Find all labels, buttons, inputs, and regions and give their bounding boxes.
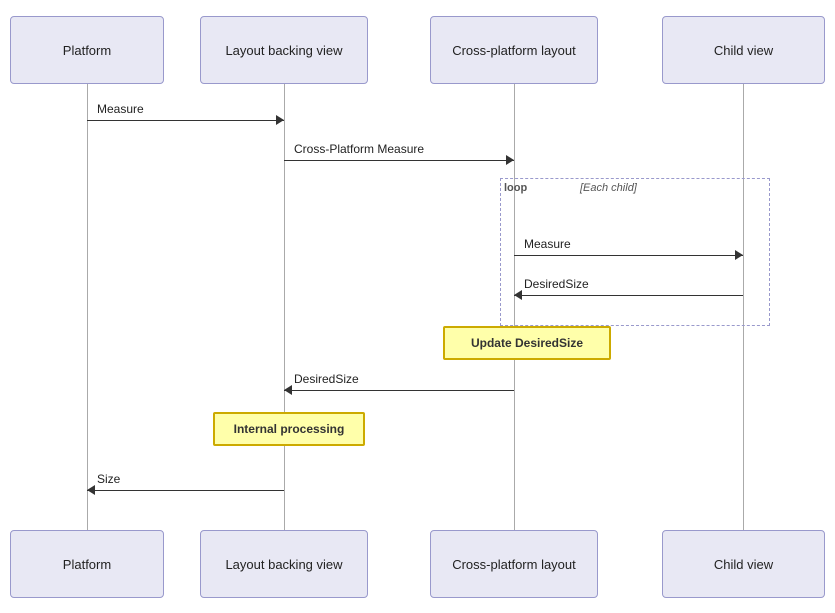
arrow-label-1: Cross-Platform Measure bbox=[294, 142, 424, 156]
arrow-label-4: DesiredSize bbox=[294, 372, 359, 386]
loop-tag: loop bbox=[504, 182, 527, 194]
arrow-line-0 bbox=[87, 120, 284, 121]
actor-layout-backing: Layout backing view bbox=[200, 16, 368, 84]
actor-bottom-layout-backing-b: Layout backing view bbox=[200, 530, 368, 598]
actor-child-view: Child view bbox=[662, 16, 825, 84]
loop-label: [Each child] bbox=[580, 182, 637, 194]
lifeline-1 bbox=[284, 84, 285, 530]
actor-bottom-cross-platform-b: Cross-platform layout bbox=[430, 530, 598, 598]
arrowhead-right-0 bbox=[276, 115, 284, 125]
arrow-line-5 bbox=[87, 490, 284, 491]
process-box-1: Internal processing bbox=[213, 412, 365, 446]
lifeline-0 bbox=[87, 84, 88, 530]
arrowhead-right-1 bbox=[506, 155, 514, 165]
arrowhead-left-5 bbox=[87, 485, 95, 495]
arrowhead-right-2 bbox=[735, 250, 743, 260]
process-box-0: Update DesiredSize bbox=[443, 326, 611, 360]
arrow-line-1 bbox=[284, 160, 514, 161]
arrow-label-5: Size bbox=[97, 472, 120, 486]
arrow-label-2: Measure bbox=[524, 237, 571, 251]
arrowhead-left-3 bbox=[514, 290, 522, 300]
actor-platform: Platform bbox=[10, 16, 164, 84]
actor-bottom-platform-b: Platform bbox=[10, 530, 164, 598]
arrow-line-3 bbox=[514, 295, 743, 296]
actor-cross-platform: Cross-platform layout bbox=[430, 16, 598, 84]
arrow-line-4 bbox=[284, 390, 514, 391]
loop-box bbox=[500, 178, 770, 326]
arrow-label-3: DesiredSize bbox=[524, 277, 589, 291]
arrow-line-2 bbox=[514, 255, 743, 256]
actor-bottom-child-view-b: Child view bbox=[662, 530, 825, 598]
arrow-label-0: Measure bbox=[97, 102, 144, 116]
sequence-diagram: Platform Layout backing view Cross-platfor… bbox=[0, 0, 835, 613]
arrowhead-left-4 bbox=[284, 385, 292, 395]
